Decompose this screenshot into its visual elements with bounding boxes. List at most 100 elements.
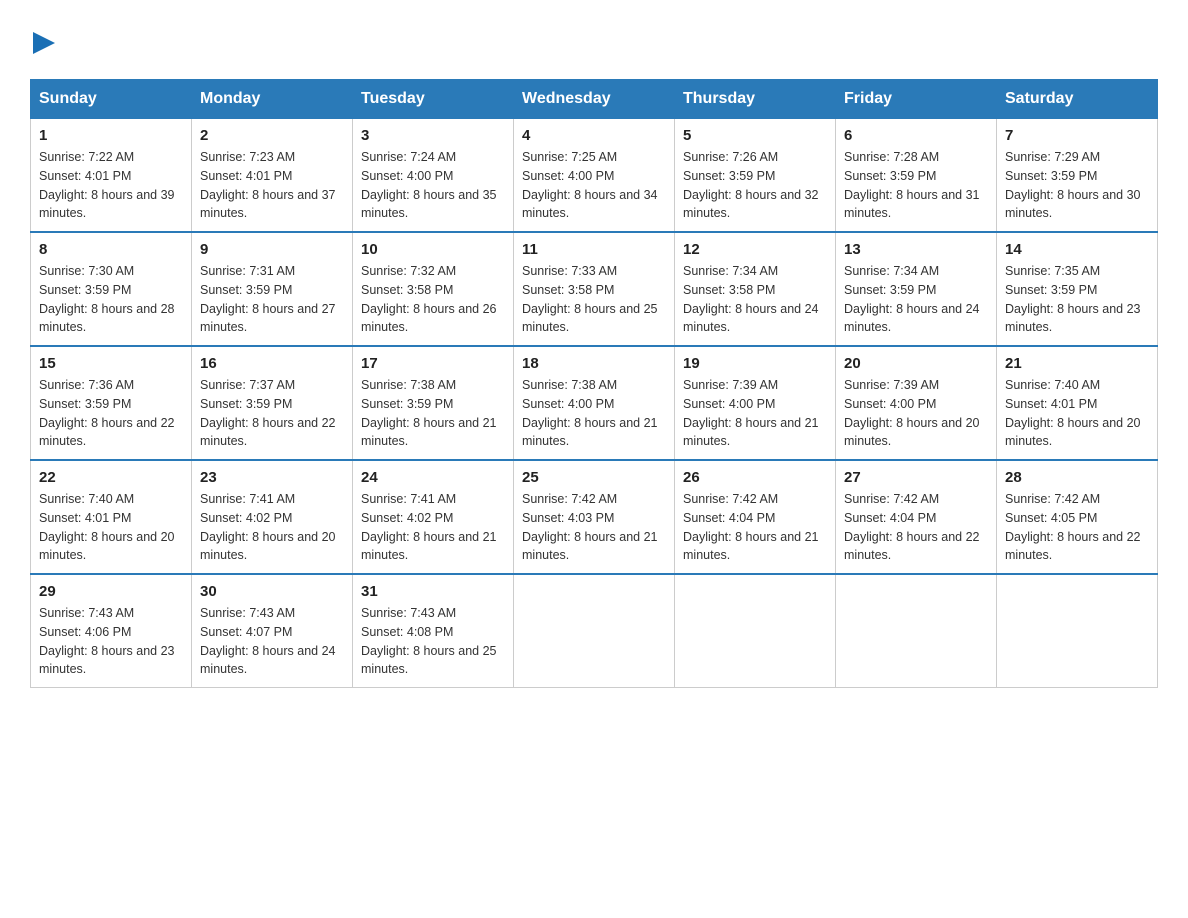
- day-number: 16: [200, 355, 344, 372]
- calendar-cell: 2Sunrise: 7:23 AMSunset: 4:01 PMDaylight…: [192, 119, 353, 233]
- day-info: Sunrise: 7:37 AMSunset: 3:59 PMDaylight:…: [200, 376, 344, 451]
- day-number: 19: [683, 355, 827, 372]
- day-info: Sunrise: 7:31 AMSunset: 3:59 PMDaylight:…: [200, 262, 344, 337]
- calendar-cell: 12Sunrise: 7:34 AMSunset: 3:58 PMDayligh…: [675, 232, 836, 346]
- day-number: 26: [683, 469, 827, 486]
- day-number: 29: [39, 583, 183, 600]
- day-info: Sunrise: 7:35 AMSunset: 3:59 PMDaylight:…: [1005, 262, 1149, 337]
- day-number: 21: [1005, 355, 1149, 372]
- calendar-cell: 22 Sunrise: 7:40 AMSunset: 4:01 PMDayligh…: [31, 460, 192, 574]
- calendar-cell: 11 Sunrise: 7:33 AMSunset: 3:58 PMDayligh…: [514, 232, 675, 346]
- day-info: Sunrise: 7:22 AMSunset: 4:01 PMDaylight:…: [39, 148, 183, 223]
- header-wednesday: Wednesday: [514, 80, 675, 119]
- day-number: 14: [1005, 241, 1149, 258]
- day-number: 23: [200, 469, 344, 486]
- day-info: Sunrise: 7:32 AMSunset: 3:58 PMDaylight:…: [361, 262, 505, 337]
- day-info: Sunrise: 7:29 AMSunset: 3:59 PMDaylight:…: [1005, 148, 1149, 223]
- day-number: 13: [844, 241, 988, 258]
- day-info: Sunrise: 7:30 AMSunset: 3:59 PMDaylight:…: [39, 262, 183, 337]
- calendar-cell: [836, 574, 997, 688]
- day-info: Sunrise: 7:39 AMSunset: 4:00 PMDaylight:…: [683, 376, 827, 451]
- calendar-cell: 14 Sunrise: 7:35 AMSunset: 3:59 PMDayligh…: [997, 232, 1158, 346]
- day-info: Sunrise: 7:42 AMSunset: 4:03 PMDaylight:…: [522, 490, 666, 565]
- calendar-cell: 30 Sunrise: 7:43 AMSunset: 4:07 PMDayligh…: [192, 574, 353, 688]
- calendar-cell: 16 Sunrise: 7:37 AMSunset: 3:59 PMDayligh…: [192, 346, 353, 460]
- calendar-week-row: 15 Sunrise: 7:36 AMSunset: 3:59 PMDayligh…: [31, 346, 1158, 460]
- day-number: 4: [522, 127, 666, 144]
- day-number: 25: [522, 469, 666, 486]
- calendar-cell: 24Sunrise: 7:41 AMSunset: 4:02 PMDayligh…: [353, 460, 514, 574]
- day-info: Sunrise: 7:24 AMSunset: 4:00 PMDaylight:…: [361, 148, 505, 223]
- calendar-cell: 7 Sunrise: 7:29 AMSunset: 3:59 PMDaylight…: [997, 119, 1158, 233]
- day-number: 22: [39, 469, 183, 486]
- logo-arrow-icon: [33, 32, 55, 54]
- day-number: 1: [39, 127, 183, 144]
- day-info: Sunrise: 7:23 AMSunset: 4:01 PMDaylight:…: [200, 148, 344, 223]
- calendar-cell: 5 Sunrise: 7:26 AMSunset: 3:59 PMDaylight…: [675, 119, 836, 233]
- calendar-cell: 6 Sunrise: 7:28 AMSunset: 3:59 PMDaylight…: [836, 119, 997, 233]
- calendar-cell: 26 Sunrise: 7:42 AMSunset: 4:04 PMDayligh…: [675, 460, 836, 574]
- day-number: 12: [683, 241, 827, 258]
- calendar-cell: 19 Sunrise: 7:39 AMSunset: 4:00 PMDayligh…: [675, 346, 836, 460]
- day-number: 6: [844, 127, 988, 144]
- day-info: Sunrise: 7:33 AMSunset: 3:58 PMDaylight:…: [522, 262, 666, 337]
- day-number: 28: [1005, 469, 1149, 486]
- calendar-header-row: SundayMondayTuesdayWednesdayThursdayFrid…: [31, 80, 1158, 119]
- day-info: Sunrise: 7:42 AMSunset: 4:05 PMDaylight:…: [1005, 490, 1149, 565]
- header-monday: Monday: [192, 80, 353, 119]
- calendar-cell: 10 Sunrise: 7:32 AMSunset: 3:58 PMDayligh…: [353, 232, 514, 346]
- day-info: Sunrise: 7:34 AMSunset: 3:59 PMDaylight:…: [844, 262, 988, 337]
- calendar-cell: 13 Sunrise: 7:34 AMSunset: 3:59 PMDayligh…: [836, 232, 997, 346]
- calendar-week-row: 22 Sunrise: 7:40 AMSunset: 4:01 PMDayligh…: [31, 460, 1158, 574]
- calendar-cell: [997, 574, 1158, 688]
- calendar-cell: 29 Sunrise: 7:43 AMSunset: 4:06 PMDayligh…: [31, 574, 192, 688]
- day-info: Sunrise: 7:43 AMSunset: 4:06 PMDaylight:…: [39, 604, 183, 679]
- day-info: Sunrise: 7:43 AMSunset: 4:08 PMDaylight:…: [361, 604, 505, 679]
- day-info: Sunrise: 7:36 AMSunset: 3:59 PMDaylight:…: [39, 376, 183, 451]
- calendar-cell: 31 Sunrise: 7:43 AMSunset: 4:08 PMDayligh…: [353, 574, 514, 688]
- day-number: 5: [683, 127, 827, 144]
- day-info: Sunrise: 7:41 AMSunset: 4:02 PMDaylight:…: [361, 490, 505, 565]
- header-tuesday: Tuesday: [353, 80, 514, 119]
- calendar-week-row: 8Sunrise: 7:30 AMSunset: 3:59 PMDaylight…: [31, 232, 1158, 346]
- day-number: 31: [361, 583, 505, 600]
- day-info: Sunrise: 7:42 AMSunset: 4:04 PMDaylight:…: [683, 490, 827, 565]
- day-number: 17: [361, 355, 505, 372]
- calendar-week-row: 1 Sunrise: 7:22 AMSunset: 4:01 PMDaylight…: [31, 119, 1158, 233]
- day-number: 30: [200, 583, 344, 600]
- day-number: 18: [522, 355, 666, 372]
- header-sunday: Sunday: [31, 80, 192, 119]
- calendar-cell: 8Sunrise: 7:30 AMSunset: 3:59 PMDaylight…: [31, 232, 192, 346]
- calendar-cell: 25 Sunrise: 7:42 AMSunset: 4:03 PMDayligh…: [514, 460, 675, 574]
- calendar-cell: 3 Sunrise: 7:24 AMSunset: 4:00 PMDaylight…: [353, 119, 514, 233]
- calendar-cell: 9 Sunrise: 7:31 AMSunset: 3:59 PMDaylight…: [192, 232, 353, 346]
- header-thursday: Thursday: [675, 80, 836, 119]
- day-info: Sunrise: 7:39 AMSunset: 4:00 PMDaylight:…: [844, 376, 988, 451]
- calendar-cell: 18 Sunrise: 7:38 AMSunset: 4:00 PMDayligh…: [514, 346, 675, 460]
- day-info: Sunrise: 7:38 AMSunset: 4:00 PMDaylight:…: [522, 376, 666, 451]
- day-info: Sunrise: 7:42 AMSunset: 4:04 PMDaylight:…: [844, 490, 988, 565]
- day-number: 9: [200, 241, 344, 258]
- day-info: Sunrise: 7:38 AMSunset: 3:59 PMDaylight:…: [361, 376, 505, 451]
- day-info: Sunrise: 7:40 AMSunset: 4:01 PMDaylight:…: [1005, 376, 1149, 451]
- page-header: [30, 30, 1158, 59]
- day-number: 3: [361, 127, 505, 144]
- calendar-table: SundayMondayTuesdayWednesdayThursdayFrid…: [30, 79, 1158, 688]
- logo: [30, 30, 55, 59]
- day-info: Sunrise: 7:41 AMSunset: 4:02 PMDaylight:…: [200, 490, 344, 565]
- calendar-cell: [514, 574, 675, 688]
- day-number: 15: [39, 355, 183, 372]
- day-info: Sunrise: 7:26 AMSunset: 3:59 PMDaylight:…: [683, 148, 827, 223]
- day-number: 20: [844, 355, 988, 372]
- calendar-cell: 1 Sunrise: 7:22 AMSunset: 4:01 PMDaylight…: [31, 119, 192, 233]
- calendar-cell: [675, 574, 836, 688]
- day-number: 10: [361, 241, 505, 258]
- day-info: Sunrise: 7:28 AMSunset: 3:59 PMDaylight:…: [844, 148, 988, 223]
- day-info: Sunrise: 7:43 AMSunset: 4:07 PMDaylight:…: [200, 604, 344, 679]
- calendar-week-row: 29 Sunrise: 7:43 AMSunset: 4:06 PMDayligh…: [31, 574, 1158, 688]
- day-number: 11: [522, 241, 666, 258]
- day-info: Sunrise: 7:40 AMSunset: 4:01 PMDaylight:…: [39, 490, 183, 565]
- day-number: 7: [1005, 127, 1149, 144]
- calendar-cell: 4Sunrise: 7:25 AMSunset: 4:00 PMDaylight…: [514, 119, 675, 233]
- header-saturday: Saturday: [997, 80, 1158, 119]
